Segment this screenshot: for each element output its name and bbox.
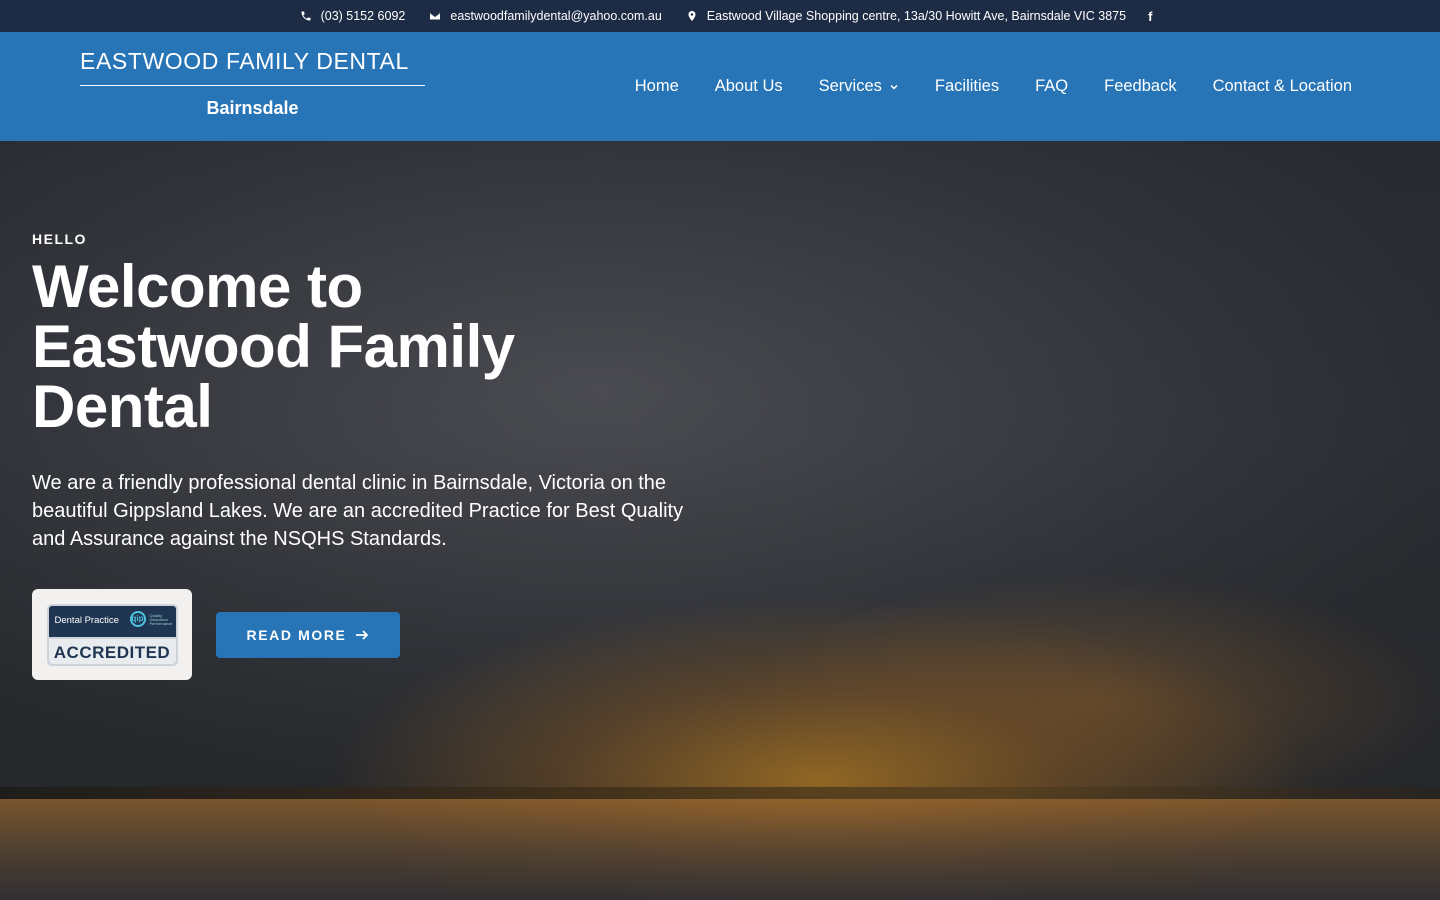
qip-logo-icon: qip [129,610,146,627]
hero-eyebrow: HELLO [32,231,87,247]
badge-accredited: ACCREDITED [48,636,176,664]
nav-contact[interactable]: Contact & Location [1213,77,1352,96]
logo-subtitle: Bairnsdale [206,98,299,118]
facebook-icon[interactable]: f [1148,9,1152,24]
hero-section: HELLO Welcome to Eastwood Family Dental … [0,141,1440,900]
main-nav: Home About Us Services Facilities FAQ Fe… [599,32,1352,141]
map-pin-icon [688,11,696,21]
hero-headline: Welcome to Eastwood Family Dental [32,253,515,440]
address-text: Eastwood Village Shopping centre, 13a/30… [706,9,1127,23]
mail-icon [430,12,441,20]
site-header: EASTWOOD FAMILY DENTAL Bairnsdale Home A… [0,32,1440,141]
badge-inner: Dental Practice qip Quality Innovation P… [46,603,178,666]
chevron-down-icon [890,84,898,90]
read-more-button[interactable]: READ MORE [216,611,400,658]
arrow-right-icon [356,629,369,640]
accreditation-badge: Dental Practice qip Quality Innovation P… [32,589,192,680]
nav-about[interactable]: About Us [715,77,783,96]
site-logo[interactable]: EASTWOOD FAMILY DENTAL Bairnsdale [80,48,425,119]
hero-description: We are a friendly professional dental cl… [32,472,684,550]
topbar-address[interactable]: Eastwood Village Shopping centre, 13a/30… [686,9,1126,23]
top-info-bar: (03) 5152 6092 eastwoodfamilydental@yaho… [0,0,1440,32]
topbar-phone[interactable]: (03) 5152 6092 [300,9,406,23]
nav-feedback[interactable]: Feedback [1104,77,1176,96]
hero-content: HELLO Welcome to Eastwood Family Dental … [32,231,712,553]
topbar-email[interactable]: eastwoodfamilydental@yahoo.com.au [429,9,662,23]
read-more-label: READ MORE [246,626,347,643]
nav-home[interactable]: Home [635,77,679,96]
hero-background-water [0,799,1440,900]
badge-title: Dental Practice [54,614,119,626]
qip-logo-text: Quality Innovation Performance [149,612,173,626]
phone-icon [301,11,311,21]
email-address: eastwoodfamilydental@yahoo.com.au [450,9,662,23]
hero-background-horizon [0,787,1440,799]
nav-services-label: Services [818,77,882,95]
hero-cta-row: Dental Practice qip Quality Innovation P… [32,589,400,680]
logo-divider [80,85,425,86]
nav-faq[interactable]: FAQ [1035,77,1068,96]
logo-title: EASTWOOD FAMILY DENTAL [80,48,409,74]
nav-facilities[interactable]: Facilities [935,77,999,96]
phone-number: (03) 5152 6092 [320,9,406,23]
nav-services[interactable]: Services [819,77,899,96]
